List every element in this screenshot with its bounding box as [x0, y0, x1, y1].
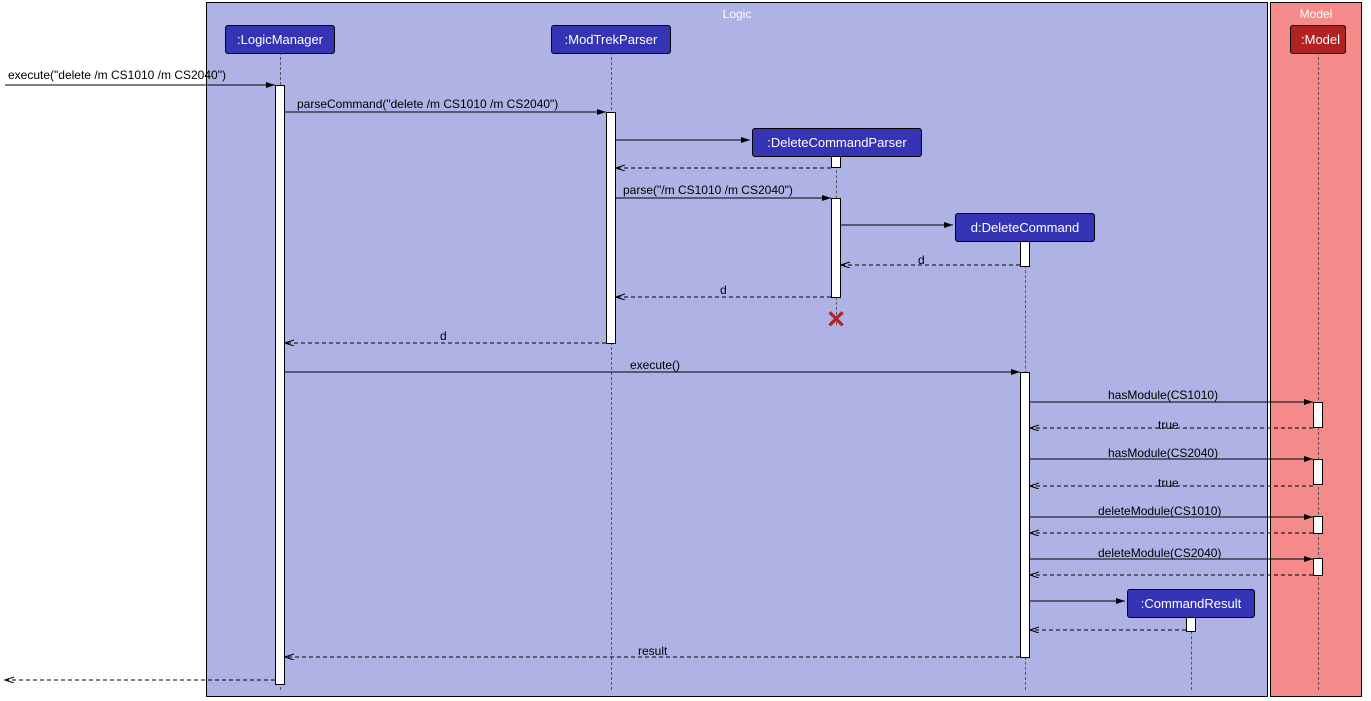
lifeline-model — [1318, 52, 1319, 690]
frame-model: Model — [1270, 2, 1362, 697]
participant-logic-manager: :LogicManager — [225, 25, 335, 54]
destroy-dcp-icon: ✕ — [826, 306, 846, 335]
activation-model-2 — [1313, 459, 1323, 485]
msg-hasmod2: hasModule(CS2040) — [1108, 446, 1218, 460]
activation-logic-manager — [275, 85, 285, 685]
frame-model-title: Model — [1271, 7, 1361, 21]
msg-d-3: d — [440, 329, 447, 343]
activation-model-4 — [1313, 558, 1323, 576]
participant-model: :Model — [1290, 25, 1346, 54]
activation-modtrek-parser — [606, 112, 616, 344]
msg-hasmod1: hasModule(CS1010) — [1108, 388, 1218, 402]
participant-delete-command-parser: :DeleteCommandParser — [752, 128, 922, 157]
participant-command-result: :CommandResult — [1127, 589, 1255, 618]
activation-model-1 — [1313, 402, 1323, 428]
msg-parse: parse("/m CS1010 /m CS2040") — [623, 183, 793, 197]
activation-model-3 — [1313, 516, 1323, 534]
msg-true1: true — [1158, 418, 1179, 432]
msg-execute: execute("delete /m CS1010 /m CS2040") — [8, 68, 226, 82]
participant-delete-command: d:DeleteCommand — [955, 213, 1095, 242]
sequence-diagram: Logic Model :LogicManager :ModTrekParser… — [0, 0, 1371, 701]
activation-dc-2 — [1020, 372, 1030, 658]
msg-delmod2: deleteModule(CS2040) — [1098, 546, 1221, 560]
participant-modtrek-parser: :ModTrekParser — [551, 25, 671, 54]
msg-execute2: execute() — [630, 358, 680, 372]
msg-d-1: d — [918, 253, 925, 267]
msg-parsecommand: parseCommand("delete /m CS1010 /m CS2040… — [297, 97, 558, 111]
msg-d-2: d — [720, 283, 727, 297]
msg-result: result — [638, 644, 667, 658]
frame-logic-title: Logic — [207, 7, 1267, 21]
activation-dcp-2 — [831, 198, 841, 298]
msg-true2: true — [1158, 476, 1179, 490]
msg-delmod1: deleteModule(CS1010) — [1098, 504, 1221, 518]
